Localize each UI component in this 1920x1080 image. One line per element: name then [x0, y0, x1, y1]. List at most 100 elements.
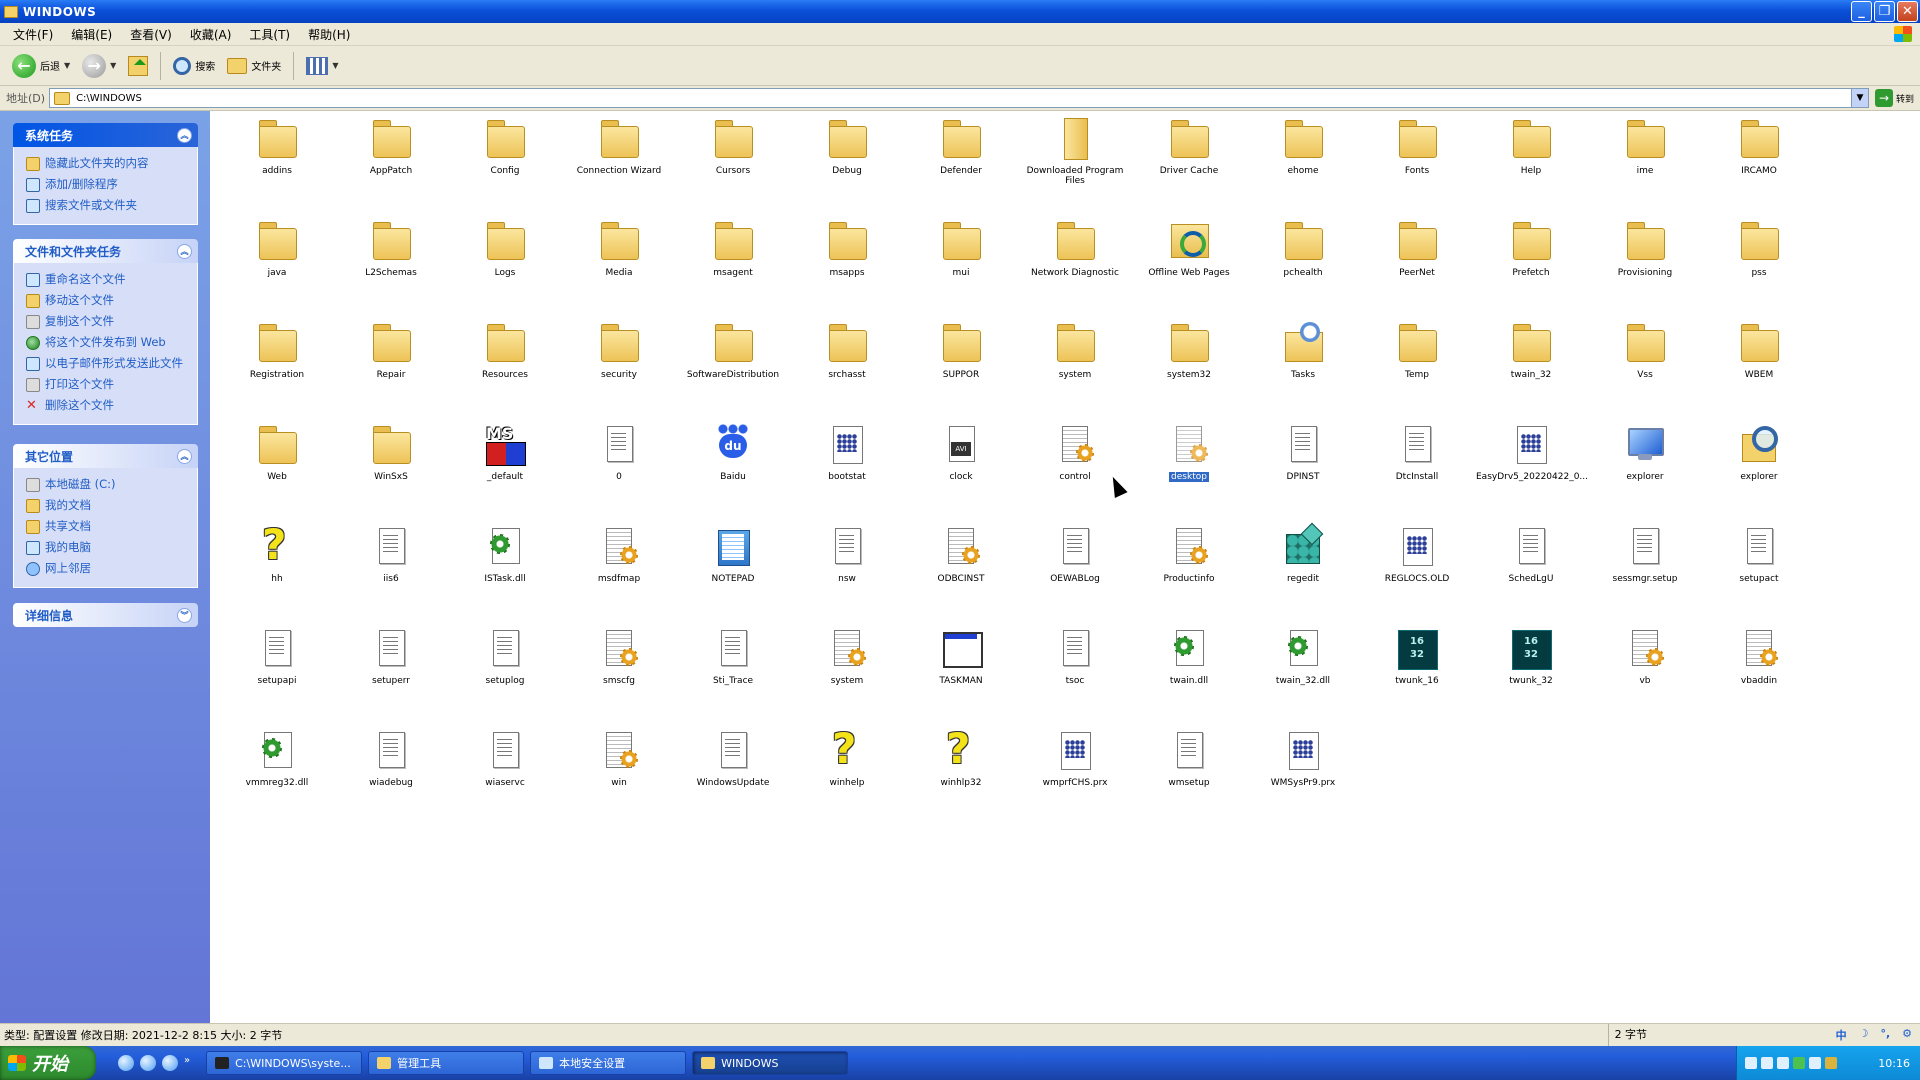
minimize-button[interactable]: _	[1851, 1, 1872, 22]
address-input[interactable]: C:\WINDOWS ▼	[49, 88, 1869, 108]
details-header[interactable]: 详细信息 ︾	[13, 603, 198, 627]
file-item[interactable]: twain_32.dll	[1248, 623, 1358, 713]
file-item[interactable]: Repair	[336, 317, 446, 407]
maximize-button[interactable]: ❐	[1874, 1, 1895, 22]
file-item[interactable]: system32	[1134, 317, 1244, 407]
place-local-disk[interactable]: 本地磁盘 (C:)	[26, 474, 189, 495]
file-item[interactable]: twain.dll	[1134, 623, 1244, 713]
file-item[interactable]: win	[564, 725, 674, 815]
file-item[interactable]: desktop	[1134, 419, 1244, 509]
file-item[interactable]: msdfmap	[564, 521, 674, 611]
file-item[interactable]: Offline Web Pages	[1134, 215, 1244, 305]
file-item[interactable]: setupact	[1704, 521, 1814, 611]
tray-icon[interactable]	[1761, 1057, 1773, 1069]
file-item[interactable]: twunk_32	[1476, 623, 1586, 713]
task-move[interactable]: 移动这个文件	[26, 290, 189, 311]
file-item[interactable]: Sti_Trace	[678, 623, 788, 713]
file-item[interactable]: Debug	[792, 113, 902, 203]
file-item[interactable]: addins	[222, 113, 332, 203]
file-item[interactable]: winhlp32	[906, 724, 1016, 815]
file-item[interactable]: Media	[564, 215, 674, 305]
file-item[interactable]: pchealth	[1248, 215, 1358, 305]
file-item[interactable]: twunk_16	[1362, 623, 1472, 713]
taskbar-button[interactable]: 本地安全设置	[530, 1051, 687, 1075]
file-item[interactable]: wmprfCHS.prx	[1020, 725, 1130, 815]
file-item[interactable]: wiaservc	[450, 725, 560, 815]
task-hide-folder[interactable]: 隐藏此文件夹的内容	[26, 153, 189, 174]
file-item[interactable]: winhelp	[792, 724, 902, 815]
file-item[interactable]: msagent	[678, 215, 788, 305]
file-item[interactable]: Productinfo	[1134, 521, 1244, 611]
forward-dropdown-icon[interactable]: ▼	[110, 61, 116, 70]
search-button[interactable]: 搜索	[169, 51, 219, 81]
file-item[interactable]: Web	[222, 419, 332, 509]
file-item[interactable]: vbaddin	[1704, 623, 1814, 713]
taskbar-button[interactable]: 管理工具	[368, 1051, 525, 1075]
task-rename[interactable]: 重命名这个文件	[26, 269, 189, 290]
taskbar-button[interactable]: C:\WINDOWS\syste...	[206, 1051, 363, 1075]
file-item[interactable]: security	[564, 317, 674, 407]
task-add-remove-programs[interactable]: 添加/删除程序	[26, 174, 189, 195]
back-dropdown-icon[interactable]: ▼	[64, 61, 70, 70]
title-bar[interactable]: WINDOWS _ ❐ ✕	[0, 0, 1920, 23]
file-item[interactable]: Downloaded Program Files	[1020, 113, 1130, 203]
menu-favorites[interactable]: 收藏(A)	[181, 26, 241, 43]
file-item[interactable]: mui	[906, 215, 1016, 305]
file-item[interactable]: PeerNet	[1362, 215, 1472, 305]
go-button[interactable]: → 转到	[1874, 89, 1914, 107]
file-list[interactable]: addins AppPatch Config Connection Wizard Cur…	[210, 111, 1920, 1023]
task-print[interactable]: 打印这个文件	[26, 374, 189, 395]
file-item[interactable]: NOTEPAD	[678, 521, 788, 611]
file-item[interactable]: WinSxS	[336, 419, 446, 509]
file-item[interactable]: Fonts	[1362, 113, 1472, 203]
task-delete[interactable]: ✕ 删除这个文件	[26, 395, 189, 416]
file-item[interactable]: Vss	[1590, 317, 1700, 407]
file-item[interactable]: TASKMAN	[906, 623, 1016, 713]
menu-view[interactable]: 查看(V)	[121, 26, 181, 43]
file-item[interactable]: explorer	[1590, 419, 1700, 509]
file-item[interactable]: SoftwareDistribution	[678, 317, 788, 407]
file-item[interactable]: Temp	[1362, 317, 1472, 407]
file-item[interactable]: twain_32	[1476, 317, 1586, 407]
clock[interactable]: 10:16	[1878, 1057, 1910, 1070]
back-button[interactable]: ← 后退 ▼	[8, 51, 74, 81]
file-item[interactable]: Resources	[450, 317, 560, 407]
file-item[interactable]: bootstat	[792, 419, 902, 509]
quick-launch-icon[interactable]	[140, 1055, 156, 1071]
file-item[interactable]: EasyDrv5_20220422_0...	[1476, 419, 1588, 509]
place-network[interactable]: 网上邻居	[26, 558, 189, 579]
file-item[interactable]: Cursors	[678, 113, 788, 203]
file-item[interactable]: Baidu	[678, 419, 788, 509]
menu-help[interactable]: 帮助(H)	[299, 26, 359, 43]
file-item[interactable]: Tasks	[1248, 317, 1358, 407]
collapse-icon[interactable]: ︽	[177, 448, 192, 464]
quick-launch-icon[interactable]	[118, 1055, 134, 1071]
file-item[interactable]: srchasst	[792, 317, 902, 407]
file-item[interactable]: OEWABLog	[1020, 521, 1130, 611]
file-item[interactable]: Defender	[906, 113, 1016, 203]
tray-icon[interactable]	[1777, 1057, 1789, 1069]
close-button[interactable]: ✕	[1897, 1, 1918, 22]
file-item[interactable]: WBEM	[1704, 317, 1814, 407]
file-item[interactable]: Network Diagnostic	[1020, 215, 1130, 305]
task-publish-web[interactable]: 将这个文件发布到 Web	[26, 332, 189, 353]
task-search-files[interactable]: 搜索文件或文件夹	[26, 195, 189, 216]
file-item[interactable]: vmmreg32.dll	[222, 725, 332, 815]
file-item[interactable]: Connection Wizard	[564, 113, 674, 203]
taskbar-button[interactable]: WINDOWS	[692, 1051, 849, 1075]
file-item[interactable]: system	[792, 623, 902, 713]
file-item[interactable]: Config	[450, 113, 560, 203]
file-item[interactable]: WindowsUpdate	[678, 725, 788, 815]
place-shared-documents[interactable]: 共享文档	[26, 516, 189, 537]
file-item[interactable]: msapps	[792, 215, 902, 305]
file-item[interactable]: WMSysPr9.prx	[1248, 725, 1358, 815]
file-item[interactable]: pss	[1704, 215, 1814, 305]
file-item[interactable]: setuplog	[450, 623, 560, 713]
file-item[interactable]: REGLOCS.OLD	[1362, 521, 1472, 611]
task-email[interactable]: 以电子邮件形式发送此文件	[26, 353, 189, 374]
file-item[interactable]: SchedLgU	[1476, 521, 1586, 611]
file-item[interactable]: vb	[1590, 623, 1700, 713]
place-my-computer[interactable]: 我的电脑	[26, 537, 189, 558]
security-shield-icon[interactable]	[1825, 1057, 1837, 1069]
file-item[interactable]: regedit	[1248, 521, 1358, 611]
